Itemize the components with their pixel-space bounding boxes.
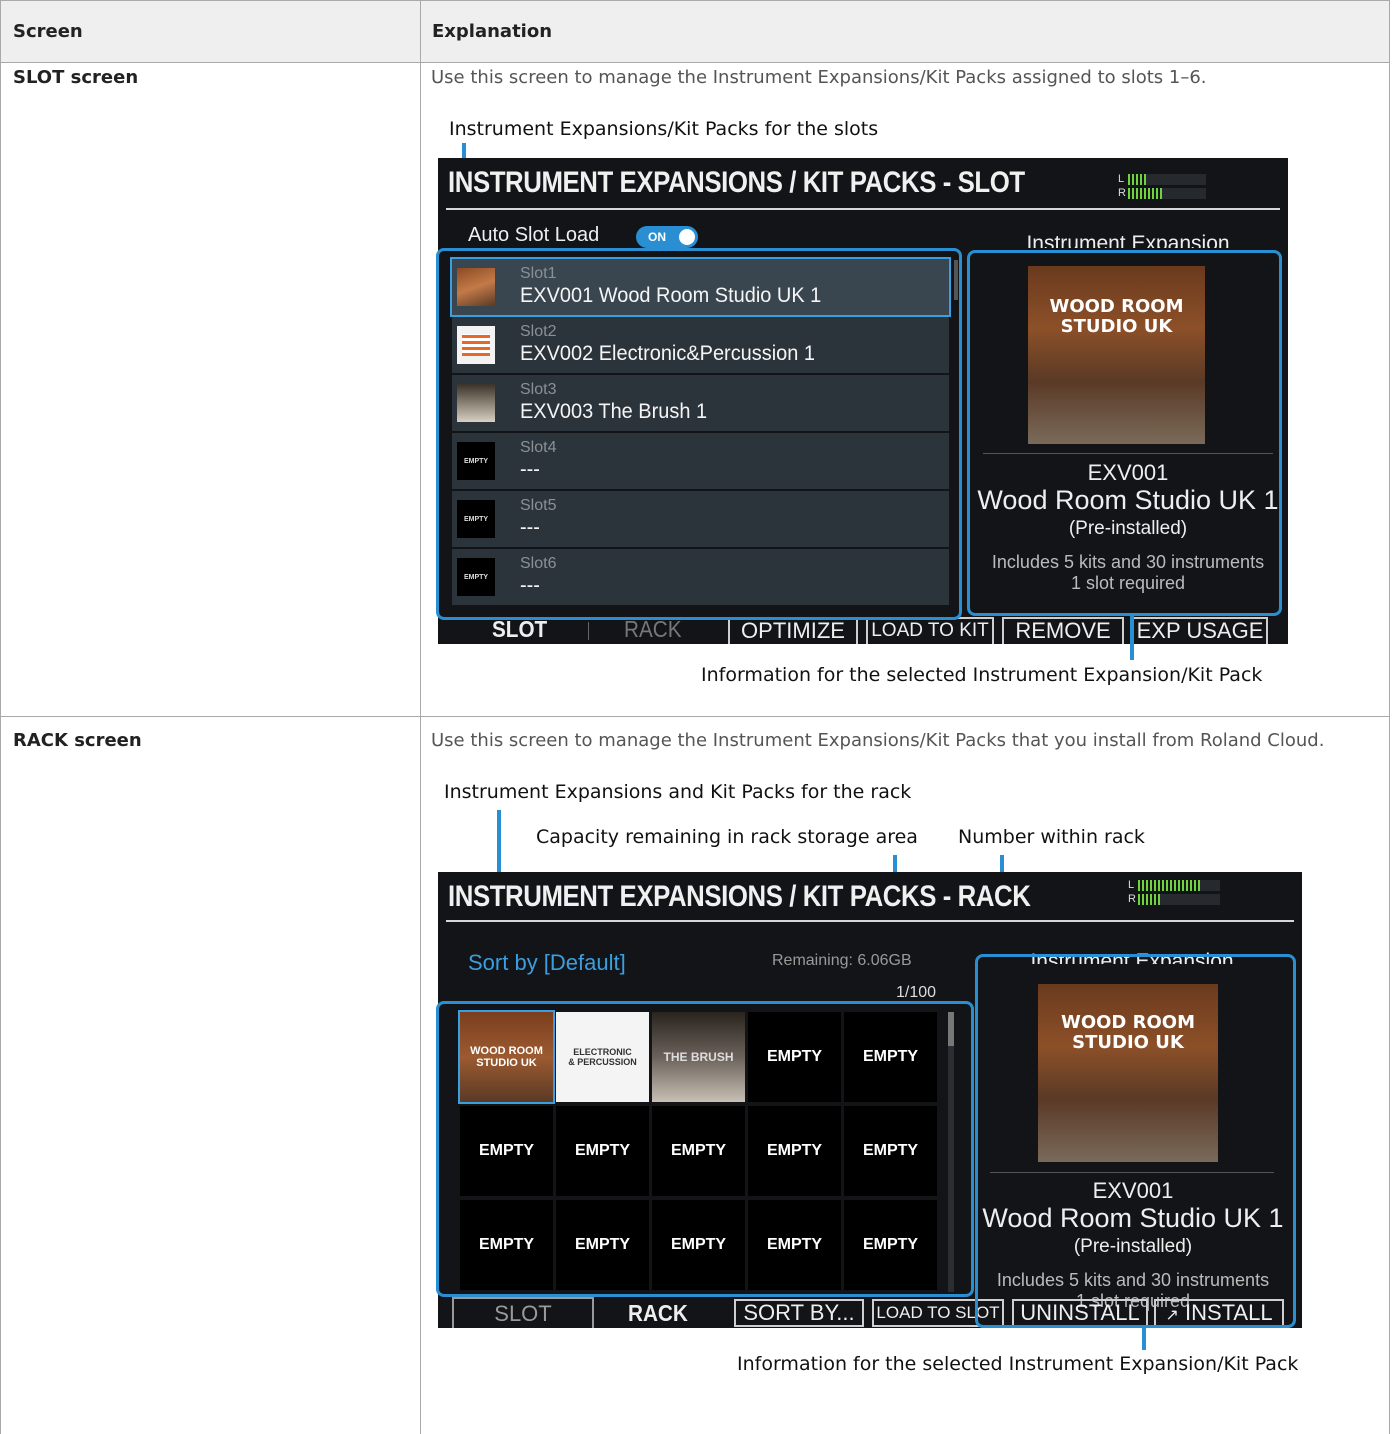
auto-slot-load-label: Auto Slot Load [468,224,600,246]
highlight-rack-grid [436,1001,974,1297]
table-border-top [0,0,1389,1]
level-meter: L R [1118,172,1206,200]
highlight-info-panel [975,954,1296,1328]
load-to-kit-button[interactable]: LOAD TO KIT [866,617,994,644]
table-column-divider [420,0,421,1434]
row-slot-description: Use this screen to manage the Instrument… [431,67,1207,88]
callout-info: Information for the selected Instrument … [737,1353,1299,1375]
tab-rack[interactable]: RACK [628,1300,688,1327]
row-slot-screen: SLOT screen [13,67,139,88]
optimize-button[interactable]: OPTIMIZE [728,617,858,644]
callout-info: Information for the selected Instrument … [701,664,1263,686]
panel-heading: Instrument Expansion [1026,232,1230,248]
callout-line [1130,614,1134,660]
table-divider [0,62,1389,63]
title-rule [446,920,1294,922]
document: Screen Explanation SLOT screen Use this … [0,0,1395,1434]
highlight-slot-list [436,248,962,620]
sort-label[interactable]: Sort by [Default] [468,950,626,976]
auto-slot-load-toggle[interactable]: ON [636,226,698,248]
rack-count: 1/100 [896,984,937,1001]
table-header-row [1,1,1389,62]
row-rack-screen: RACK screen [13,730,142,751]
callout-capacity: Capacity remaining in rack storage area [536,826,918,848]
remove-button[interactable]: REMOVE [1002,617,1124,644]
header-screen: Screen [13,21,83,42]
exp-usage-button[interactable]: EXP USAGE [1132,617,1268,644]
title-rule [446,208,1280,210]
callout-rack: Instrument Expansions and Kit Packs for … [444,781,912,803]
callout-slots: Instrument Expansions/Kit Packs for the … [449,118,879,140]
level-meter: L R [1128,878,1220,906]
tab-rack[interactable]: RACK [624,616,682,643]
callout-number: Number within rack [958,826,1145,848]
row-rack-description: Use this screen to manage the Instrument… [431,730,1325,751]
table-border-left [0,0,1,1434]
slot-screen-title: INSTRUMENT EXPANSIONS / KIT PACKS - SLOT [448,166,1025,199]
highlight-info-panel [967,250,1282,616]
tab-slot[interactable]: SLOT [492,616,547,643]
header-explanation: Explanation [432,21,553,42]
table-divider [0,716,1389,717]
table-border-right [1389,0,1390,1434]
tab-slot[interactable]: SLOT [452,1297,594,1328]
tab-divider [588,622,589,640]
rack-screen-title: INSTRUMENT EXPANSIONS / KIT PACKS - RACK [448,880,1031,913]
sort-by-button[interactable]: SORT BY... [734,1299,864,1327]
remaining-capacity: Remaining: 6.06GB [772,952,912,969]
callout-line [1142,1326,1146,1350]
